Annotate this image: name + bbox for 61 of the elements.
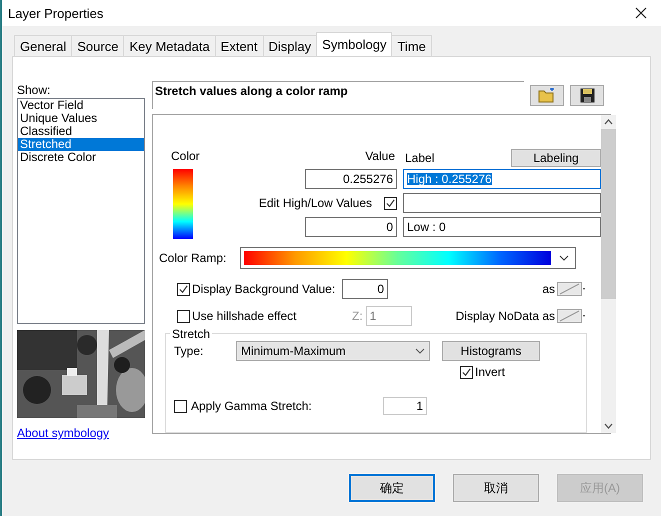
low-value-field[interactable]: 0	[305, 217, 397, 237]
tab[interactable]: Time	[391, 35, 432, 56]
stretch-group-label: Stretch	[170, 327, 212, 341]
middle-label-field[interactable]	[403, 193, 601, 213]
z-label: Z:	[352, 309, 363, 323]
invert-checkbox[interactable]	[460, 366, 473, 378]
low-label-field[interactable]: Low : 0	[403, 217, 601, 237]
hillshade-checkbox[interactable]	[177, 310, 190, 322]
nodata-label: Display NoData as	[456, 309, 555, 323]
scroll-down-icon[interactable]	[604, 423, 613, 429]
show-label: Show:	[17, 84, 52, 97]
high-value-field[interactable]: 0.255276	[305, 169, 397, 189]
low-label-text: Low : 0	[407, 221, 446, 233]
tab[interactable]: Symbology	[316, 32, 392, 56]
gamma-value-field[interactable]: 1	[383, 397, 427, 415]
scroll-up-icon[interactable]	[604, 119, 613, 125]
hillshade-label: Use hillshade effect	[192, 309, 298, 323]
close-icon[interactable]	[635, 7, 647, 19]
background-checkbox[interactable]	[177, 282, 190, 296]
value-header: Value	[364, 149, 396, 165]
invert-label: Invert	[475, 365, 506, 379]
stretch-type-dropdown[interactable]: Minimum-Maximum	[236, 341, 430, 361]
edit-high-low-checkbox[interactable]	[384, 196, 397, 210]
renderer-title: Stretch values along a color ramp	[152, 81, 524, 109]
background-value-field[interactable]: 0	[342, 279, 388, 299]
dialog-button[interactable]: 确定	[349, 474, 435, 502]
tab[interactable]: Key Metadata	[123, 35, 216, 56]
about-symbology-link[interactable]: About symbology	[17, 426, 110, 440]
symbol-dropdown[interactable]	[557, 309, 587, 323]
list-item[interactable]: Stretched	[18, 138, 144, 151]
list-item[interactable]: Classified	[18, 125, 144, 138]
color-ramp-label: Color Ramp:	[159, 251, 226, 265]
list-item[interactable]: Unique Values	[18, 112, 144, 125]
gamma-checkbox[interactable]	[174, 400, 187, 412]
color-ramp-swatch	[173, 169, 193, 239]
list-item[interactable]: Discrete Color	[18, 151, 144, 164]
dialog-button[interactable]: 取消	[453, 474, 539, 502]
open-button[interactable]	[530, 85, 564, 106]
type-label: Type:	[174, 344, 204, 358]
folder-icon	[538, 88, 556, 103]
tab[interactable]: Display	[262, 35, 318, 56]
tab[interactable]: General	[14, 35, 72, 56]
background-label: Display Background Value:	[192, 282, 336, 296]
window-title: Layer Properties	[8, 6, 104, 20]
edit-high-low-label: Edit High/Low Values	[258, 196, 372, 210]
labeling-button[interactable]: Labeling	[511, 149, 601, 167]
color-header: Color	[170, 149, 201, 165]
save-button[interactable]	[570, 85, 604, 106]
gamma-label: Apply Gamma Stretch:	[191, 399, 313, 413]
z-value-field[interactable]: 1	[366, 306, 412, 326]
scrollbar[interactable]	[601, 115, 616, 433]
label-header: Label	[405, 151, 434, 165]
as-label: as	[542, 282, 555, 296]
list-item[interactable]: Vector Field	[18, 99, 144, 112]
chevron-down-icon	[559, 255, 570, 261]
symbol-dropdown[interactable]	[557, 282, 587, 296]
high-label-text: High : 0.255276	[407, 173, 492, 185]
histograms-button[interactable]: Histograms	[442, 341, 540, 361]
high-label-field[interactable]: High : 0.255276	[403, 169, 601, 189]
color-ramp-dropdown[interactable]	[240, 247, 576, 269]
chevron-down-icon	[415, 348, 425, 354]
